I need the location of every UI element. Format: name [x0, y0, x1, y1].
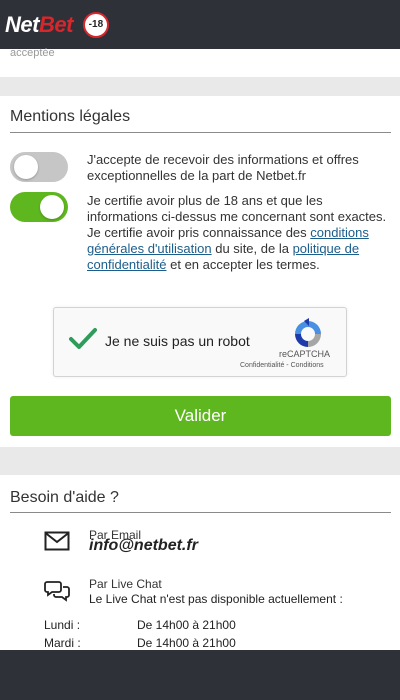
recaptcha-widget: Je ne suis pas un robot reCAPTCHA Confid… — [53, 307, 347, 377]
faded-text: acceptée — [10, 47, 55, 59]
marketing-consent-toggle[interactable] — [10, 152, 68, 182]
hours-row: Lundi : De 14h00 à 21h00 — [44, 618, 236, 632]
recaptcha-links[interactable]: Confidentialité - Conditions — [240, 362, 324, 369]
toggle-knob — [40, 195, 64, 219]
hours-day: Mardi : — [44, 636, 81, 650]
recaptcha-brand: reCAPTCHA — [279, 349, 331, 359]
logo-net: Net — [5, 11, 39, 37]
previous-section-card: acceptée — [0, 47, 400, 77]
age-badge-text: -18 — [88, 19, 104, 30]
hours-time: De 14h00 à 21h00 — [137, 636, 236, 650]
validate-button[interactable]: Valider — [10, 396, 391, 436]
help-section-card: Besoin d'aide ? Par Email info@netbet.fr… — [0, 475, 400, 650]
toggle-knob — [14, 155, 38, 179]
hours-time: De 14h00 à 21h00 — [137, 618, 236, 632]
hours-day: Lundi : — [44, 618, 81, 632]
age-consent-text: Je certifie avoir plus de 18 ans et que … — [87, 193, 387, 273]
age-consent-text-3: et en accepter les termes. — [166, 257, 320, 272]
email-address-link[interactable]: info@netbet.fr — [89, 537, 198, 555]
hours-row: Mardi : De 14h00 à 21h00 — [44, 636, 236, 650]
app-header: NetBet -18 — [0, 0, 400, 49]
age-consent-text-2: du site, de la — [211, 241, 293, 256]
recaptcha-label: Je ne suis pas un robot — [105, 333, 250, 349]
checkmark-icon — [69, 328, 97, 349]
bottom-bar — [0, 650, 400, 700]
recaptcha-logo-icon — [295, 318, 321, 347]
legal-divider — [10, 132, 391, 133]
netbet-logo[interactable]: NetBet — [5, 11, 73, 37]
recaptcha-checkbox[interactable] — [68, 324, 98, 354]
age-consent-toggle[interactable] — [10, 192, 68, 222]
envelope-icon — [44, 531, 70, 551]
help-divider — [10, 512, 391, 513]
marketing-consent-text: J'accepte de recevoir des informations e… — [87, 152, 359, 183]
chat-bubbles-icon — [44, 581, 70, 602]
help-section-title: Besoin d'aide ? — [10, 489, 119, 506]
logo-bet: Bet — [38, 11, 73, 37]
chat-status: Le Live Chat n'est pas disponible actuel… — [89, 592, 343, 606]
age-restriction-icon: -18 — [82, 11, 109, 38]
chat-label: Par Live Chat — [89, 577, 162, 591]
legal-section-title: Mentions légales — [10, 108, 131, 125]
legal-section-card: Mentions légales J'accepte de recevoir d… — [0, 96, 400, 447]
